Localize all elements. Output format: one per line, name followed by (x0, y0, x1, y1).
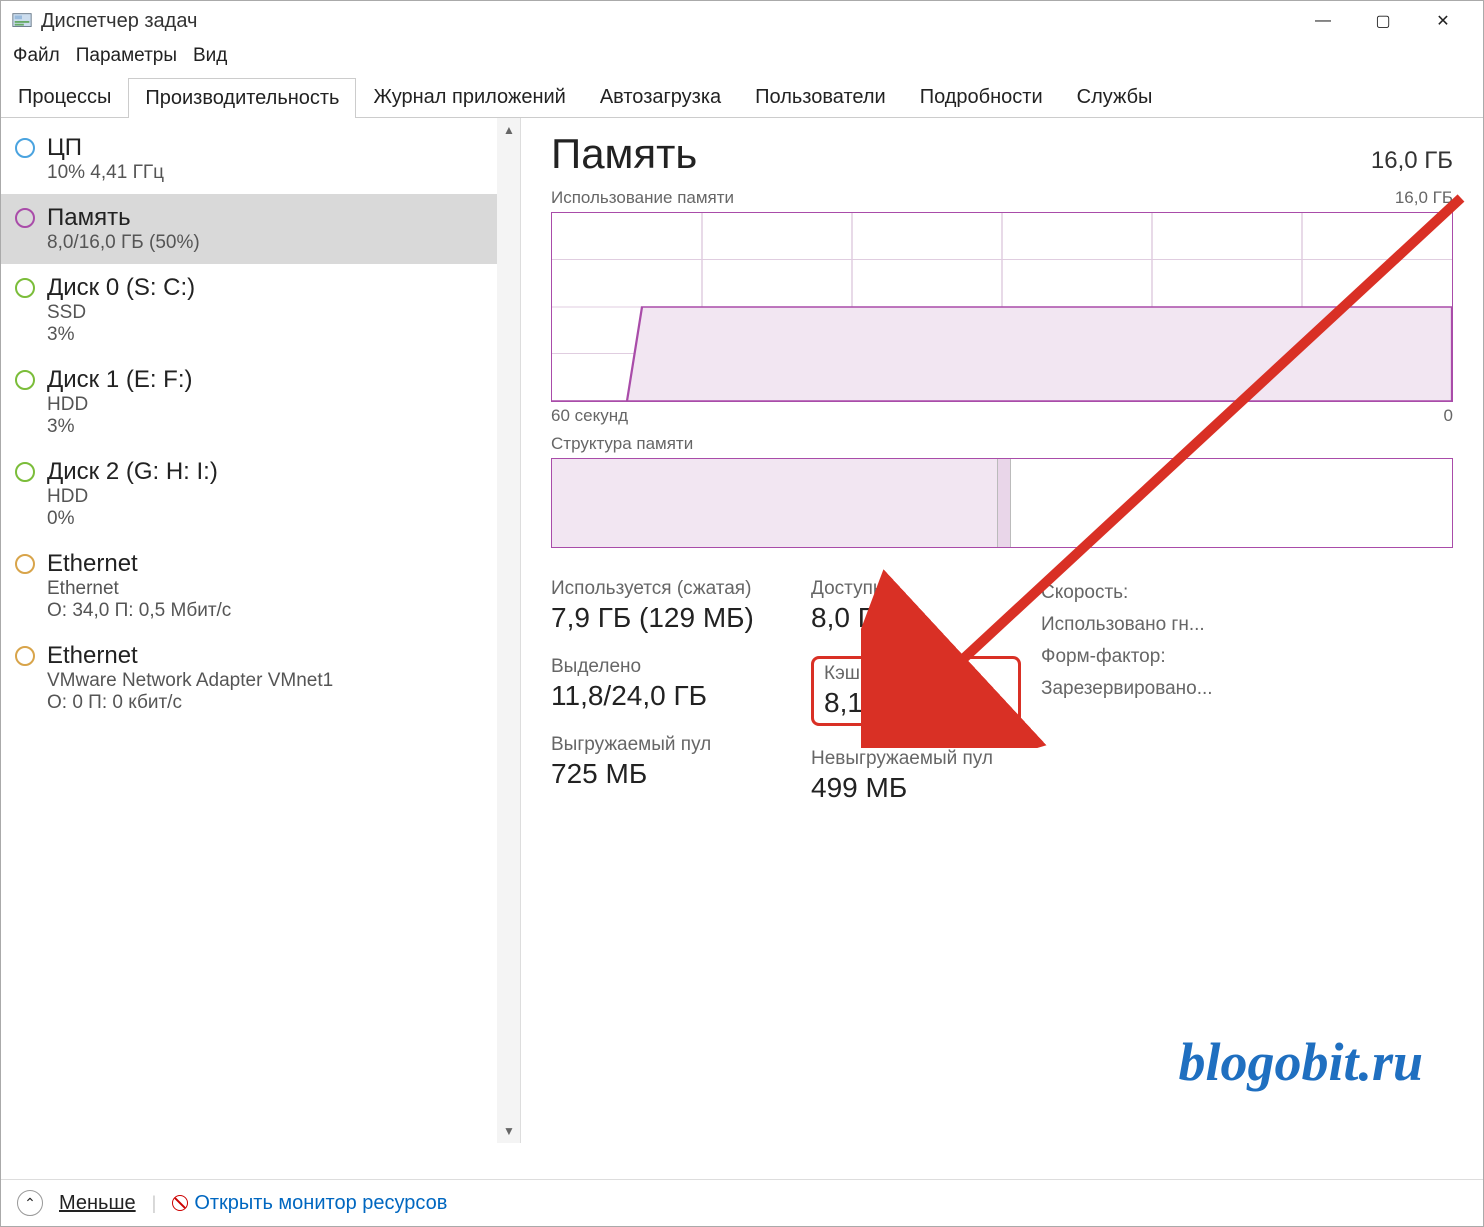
content-area: ЦП 10% 4,41 ГГц Память 8,0/16,0 ГБ (50%)… (1, 118, 1483, 1143)
stat-nonpaged-value: 499 МБ (811, 772, 1021, 804)
tab-users[interactable]: Пользователи (738, 77, 903, 117)
stat-speed-label: Скорость: (1041, 582, 1261, 604)
stat-committed-value: 11,8/24,0 ГБ (551, 680, 791, 712)
tab-services[interactable]: Службы (1060, 77, 1170, 117)
tab-bar: Процессы Производительность Журнал прило… (1, 77, 1483, 118)
window-title: Диспетчер задач (41, 10, 1293, 33)
resmon-label: Открыть монитор ресурсов (194, 1192, 447, 1215)
scroll-down-icon[interactable]: ▼ (497, 1119, 521, 1143)
sidebar-item-sub2: 3% (47, 324, 195, 346)
memory-usage-chart (551, 212, 1453, 402)
sidebar-item-sub2: О: 0 П: 0 кбит/с (47, 692, 333, 714)
sidebar-item-title: ЦП (47, 134, 164, 162)
resmon-icon (172, 1195, 188, 1211)
chart-usage-label: Использование памяти (551, 188, 734, 208)
ethernet-icon (15, 646, 35, 666)
sidebar-item-title: Память (47, 204, 200, 232)
sidebar-item-cpu[interactable]: ЦП 10% 4,41 ГГц (1, 124, 497, 194)
sidebar-item-sub: 10% 4,41 ГГц (47, 162, 164, 184)
sidebar-item-ethernet1[interactable]: Ethernet VMware Network Adapter VMnet1 О… (1, 632, 497, 724)
stat-committed-label: Выделено (551, 656, 791, 678)
minimize-button[interactable]: — (1293, 1, 1353, 41)
stat-paged-value: 725 МБ (551, 758, 791, 790)
memory-detail-panel: Память 16,0 ГБ Использование памяти 16,0… (521, 118, 1483, 1143)
disk-icon (15, 278, 35, 298)
stat-used-value: 7,9 ГБ (129 МБ) (551, 602, 791, 634)
task-manager-window: Диспетчер задач — ▢ ✕ Файл Параметры Вид… (0, 0, 1484, 1227)
tab-processes[interactable]: Процессы (1, 77, 128, 117)
stat-used-label: Используется (сжатая) (551, 578, 791, 600)
memory-composition-chart (551, 458, 1453, 548)
open-resource-monitor-link[interactable]: Открыть монитор ресурсов (172, 1192, 447, 1215)
cached-highlight: Кэшировано 8,1 ГБ (811, 656, 1021, 726)
chart-xaxis-left: 60 секунд (551, 406, 628, 426)
stat-nonpaged-label: Невыгружаемый пул (811, 748, 1021, 770)
menu-options[interactable]: Параметры (76, 45, 177, 67)
sidebar-item-disk2[interactable]: Диск 2 (G: H: I:) HDD 0% (1, 448, 497, 540)
sidebar-item-title: Диск 1 (E: F:) (47, 366, 193, 394)
performance-sidebar: ЦП 10% 4,41 ГГц Память 8,0/16,0 ГБ (50%)… (1, 118, 497, 1143)
sidebar-item-title: Диск 2 (G: H: I:) (47, 458, 218, 486)
tab-apphistory[interactable]: Журнал приложений (356, 77, 582, 117)
sidebar-item-sub2: 0% (47, 508, 218, 530)
composition-label: Структура памяти (551, 434, 1453, 454)
scroll-up-icon[interactable]: ▲ (497, 118, 521, 142)
sidebar-item-sub2: О: 34,0 П: 0,5 Мбит/с (47, 600, 231, 622)
stat-form-label: Форм-фактор: (1041, 646, 1261, 668)
detail-capacity: 16,0 ГБ (1371, 147, 1453, 175)
sidebar-item-sub: HDD (47, 486, 218, 508)
chart-xaxis-right: 0 (1444, 406, 1453, 426)
sidebar-item-memory[interactable]: Память 8,0/16,0 ГБ (50%) (1, 194, 497, 264)
tab-startup[interactable]: Автозагрузка (583, 77, 738, 117)
sidebar-item-sub: Ethernet (47, 578, 231, 600)
stat-slots-label: Использовано гн... (1041, 614, 1261, 636)
sidebar-item-sub: SSD (47, 302, 195, 324)
watermark: blogobit.ru (1178, 1031, 1423, 1093)
chart-usage-max: 16,0 ГБ (1395, 188, 1453, 208)
sidebar-item-disk0[interactable]: Диск 0 (S: C:) SSD 3% (1, 264, 497, 356)
detail-title: Память (551, 130, 697, 178)
footer: ⌃ Меньше | Открыть монитор ресурсов (1, 1179, 1483, 1226)
stat-available-value: 8,0 ГБ (811, 602, 1021, 634)
app-icon (11, 10, 33, 32)
disk-icon (15, 462, 35, 482)
cpu-icon (15, 138, 35, 158)
chevron-up-icon[interactable]: ⌃ (17, 1190, 43, 1216)
sidebar-item-sub2: 3% (47, 416, 193, 438)
stat-reserved-label: Зарезервировано... (1041, 678, 1261, 700)
disk-icon (15, 370, 35, 390)
stat-available-label: Доступно (811, 578, 1021, 600)
sidebar-scrollbar[interactable]: ▲ ▼ (497, 118, 521, 1143)
sidebar-item-disk1[interactable]: Диск 1 (E: F:) HDD 3% (1, 356, 497, 448)
tab-performance[interactable]: Производительность (128, 78, 356, 118)
ethernet-icon (15, 554, 35, 574)
menu-file[interactable]: Файл (13, 45, 60, 67)
menu-view[interactable]: Вид (193, 45, 227, 67)
tab-details[interactable]: Подробности (903, 77, 1060, 117)
memory-icon (15, 208, 35, 228)
stat-cached-value: 8,1 ГБ (824, 687, 1008, 719)
sidebar-item-sub: 8,0/16,0 ГБ (50%) (47, 232, 200, 254)
stat-paged-label: Выгружаемый пул (551, 734, 791, 756)
stat-cached-label: Кэшировано (824, 663, 1008, 685)
sidebar-item-title: Ethernet (47, 642, 333, 670)
sidebar-item-sub: HDD (47, 394, 193, 416)
titlebar[interactable]: Диспетчер задач — ▢ ✕ (1, 1, 1483, 41)
menubar: Файл Параметры Вид (1, 41, 1483, 71)
sidebar-item-title: Ethernet (47, 550, 231, 578)
maximize-button[interactable]: ▢ (1353, 1, 1413, 41)
sidebar-item-title: Диск 0 (S: C:) (47, 274, 195, 302)
fewer-details-link[interactable]: Меньше (59, 1192, 136, 1215)
close-button[interactable]: ✕ (1413, 1, 1473, 41)
sidebar-item-sub: VMware Network Adapter VMnet1 (47, 670, 333, 692)
sidebar-item-ethernet0[interactable]: Ethernet Ethernet О: 34,0 П: 0,5 Мбит/с (1, 540, 497, 632)
